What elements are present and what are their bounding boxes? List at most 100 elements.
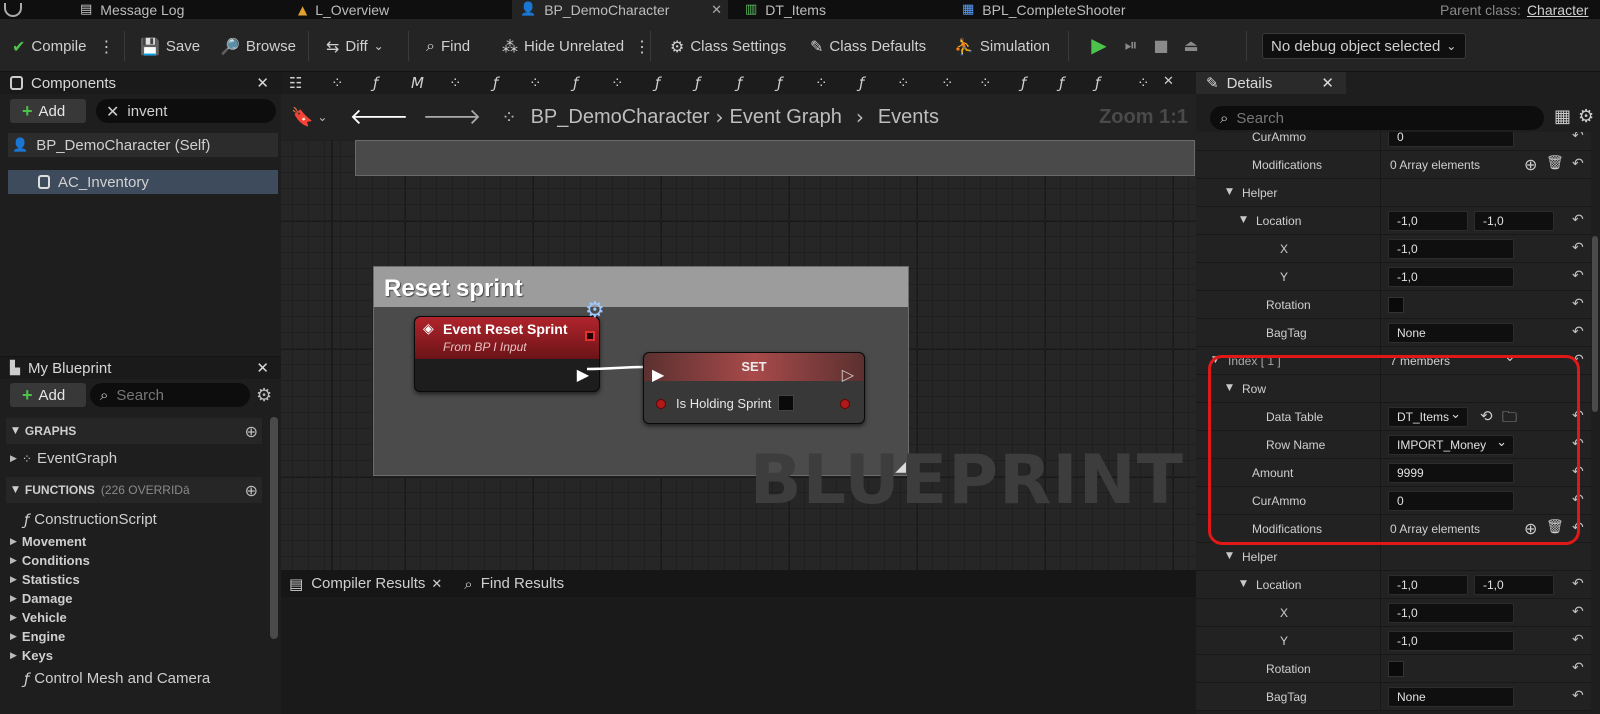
graph-icon[interactable]: ⁘ xyxy=(815,74,828,92)
vector-component-input[interactable]: -1,0 xyxy=(1474,575,1554,595)
find-button[interactable]: ⌕ Find xyxy=(426,35,470,57)
gear-icon[interactable]: ⚙ xyxy=(256,385,272,406)
details-search-input[interactable]: ⌕ Search xyxy=(1210,106,1544,130)
tab-dt-items[interactable]: ▥ DT_Items xyxy=(745,0,826,19)
reset-to-default-icon[interactable]: ↶ xyxy=(1572,132,1584,144)
comment-title[interactable]: Reset sprint xyxy=(374,267,908,307)
compile-button[interactable]: ✔ Compile ⋮ xyxy=(12,35,114,57)
macro-icon[interactable]: M xyxy=(411,74,424,92)
reset-to-default-icon[interactable]: ↶ xyxy=(1572,576,1584,592)
class-defaults-button[interactable]: ✎ Class Defaults xyxy=(810,35,926,57)
add-component-button[interactable]: + Add xyxy=(10,99,86,123)
function-icon[interactable]: ƒ xyxy=(777,74,782,92)
property-row[interactable]: BagTag None ↶ xyxy=(1196,319,1591,347)
graph-icon[interactable]: ⁘ xyxy=(897,74,910,92)
close-icon[interactable]: ✕ xyxy=(256,359,269,377)
function-icon[interactable]: ƒ xyxy=(573,74,578,92)
property-value-input[interactable]: 9999 xyxy=(1388,463,1514,483)
category-conditions[interactable]: ▶ Conditions xyxy=(10,551,90,570)
table-view-icon[interactable]: ▦ xyxy=(1554,106,1571,127)
collapse-arrow-icon[interactable]: ▼ xyxy=(1240,215,1247,225)
tab-bpl-completeshooter[interactable]: ▦ BPL_CompleteShooter xyxy=(962,0,1126,19)
category-movement[interactable]: ▶ Movement xyxy=(10,532,86,551)
debug-object-select[interactable]: No debug object selected ⌄ xyxy=(1262,33,1466,59)
function-control-mesh-camera[interactable]: ƒ Control Mesh and Camera xyxy=(24,669,210,688)
graph-icon[interactable]: ⁘ xyxy=(331,74,344,92)
collapse-arrow-icon[interactable]: ▼ xyxy=(1226,551,1233,561)
tab-l-overview[interactable]: ▲ L_Overview xyxy=(298,0,389,19)
graph-icon[interactable]: ⁘ xyxy=(449,74,462,92)
property-row[interactable]: Row Name IMPORT_Money ⌄ ↶ xyxy=(1196,431,1591,459)
close-icon[interactable]: ✕ xyxy=(256,74,269,92)
chevron-down-icon[interactable]: ⌄ xyxy=(317,110,327,124)
function-icon[interactable]: ƒ xyxy=(737,74,742,92)
close-icon[interactable]: ✕ xyxy=(1163,74,1174,89)
function-icon[interactable]: ƒ xyxy=(1021,74,1026,92)
save-button[interactable]: 💾 Save xyxy=(140,35,200,57)
function-icon[interactable]: ƒ xyxy=(655,74,660,92)
property-row[interactable]: Amount 9999 ↶ xyxy=(1196,459,1591,487)
reset-to-default-icon[interactable]: ↶ xyxy=(1572,436,1584,452)
close-icon[interactable]: ✕ xyxy=(431,576,442,592)
component-search-input[interactable]: ✕ invent xyxy=(96,99,276,123)
category-vehicle[interactable]: ▶ Vehicle xyxy=(10,608,67,627)
breadcrumb-item[interactable]: Events xyxy=(878,106,939,129)
property-row[interactable]: ▼ Location -1,0 -1,0 ↶ xyxy=(1196,207,1591,235)
set-is-holding-sprint-node[interactable]: SET ▶ ▷ Is Holding Sprint xyxy=(643,352,865,424)
use-selected-asset-icon[interactable]: ⟲ xyxy=(1480,407,1493,425)
simulation-button[interactable]: ⛹ Simulation xyxy=(954,35,1050,57)
function-constructionscript[interactable]: ƒ ConstructionScript xyxy=(24,510,157,529)
bool-checkbox[interactable] xyxy=(778,395,794,411)
chevron-down-icon[interactable]: ⌄ xyxy=(1504,349,1516,365)
comment-box-partial[interactable] xyxy=(355,140,1195,176)
delete-icon[interactable]: 🗑 xyxy=(1546,519,1564,535)
property-row[interactable]: ▼ Location -1,0 -1,0 ↶ xyxy=(1196,571,1591,599)
step-button[interactable]: ⏯ xyxy=(1118,31,1144,59)
close-icon[interactable]: ✕ xyxy=(1321,74,1334,92)
breadcrumb-item[interactable]: Event Graph xyxy=(730,106,842,129)
forward-arrow-icon[interactable]: 🡒 xyxy=(422,104,481,130)
property-row[interactable]: ▼ Helper xyxy=(1196,543,1591,571)
clear-icon[interactable]: ✕ xyxy=(106,102,119,121)
add-element-icon[interactable]: ⊕ xyxy=(1524,519,1537,538)
checkbox[interactable] xyxy=(1388,297,1404,313)
reset-to-default-icon[interactable]: ↶ xyxy=(1572,240,1584,256)
property-row[interactable]: Rotation ↶ xyxy=(1196,655,1591,683)
add-circle-icon[interactable]: ⊕ xyxy=(245,481,258,500)
exec-in-pin[interactable]: ▶ xyxy=(652,365,664,384)
tab-bp-democharacter[interactable]: 👤 BP_DemoCharacter ✕ xyxy=(512,0,728,19)
stop-button[interactable]: ■ xyxy=(1148,31,1174,59)
property-row[interactable]: CurAmmo 0 ↶ xyxy=(1196,487,1591,515)
data-table-picker[interactable]: DT_Items ⌄ xyxy=(1388,407,1468,427)
ue-logo[interactable] xyxy=(4,0,22,19)
property-row[interactable]: Modifications 0 Array elements ⊕ 🗑 ↶ xyxy=(1196,151,1591,179)
property-value-input[interactable]: -1,0 xyxy=(1388,267,1514,287)
reset-to-default-icon[interactable]: ↶ xyxy=(1572,660,1584,676)
category-damage[interactable]: ▶ Damage xyxy=(10,589,73,608)
property-row[interactable]: ▼ Index [ 1 ] 7 members ⌄ ↶ xyxy=(1196,347,1591,375)
vector-component-input[interactable]: -1,0 xyxy=(1388,211,1468,231)
exec-out-pin[interactable]: ▷ xyxy=(842,365,854,384)
collapse-arrow-icon[interactable]: ▼ xyxy=(1226,187,1233,197)
property-row[interactable]: Y -1,0 ↶ xyxy=(1196,627,1591,655)
property-row[interactable]: ▼ Row xyxy=(1196,375,1591,403)
graph-icon[interactable]: ⁘ xyxy=(979,74,992,92)
property-row[interactable]: CurAmmo 0 ↶ xyxy=(1196,132,1591,151)
property-row[interactable]: X -1,0 ↶ xyxy=(1196,235,1591,263)
checkbox[interactable] xyxy=(1388,661,1404,677)
event-reset-sprint-node[interactable]: ◈ Event Reset Sprint From BP I Input ▶ xyxy=(414,316,600,392)
bookmark-icon[interactable]: 🔖 xyxy=(291,107,313,128)
property-value-input[interactable]: -1,0 xyxy=(1388,239,1514,259)
function-icon[interactable]: ƒ xyxy=(859,74,864,92)
function-icon[interactable]: ƒ xyxy=(1095,74,1100,92)
function-icon[interactable]: ƒ xyxy=(493,74,498,92)
graph-item-eventgraph[interactable]: ▶ ⁘ EventGraph xyxy=(10,449,117,468)
reset-to-default-icon[interactable]: ↶ xyxy=(1572,520,1584,536)
collapse-arrow-icon[interactable]: ▼ xyxy=(1240,579,1247,589)
more-options-icon[interactable]: ⋮ xyxy=(634,37,650,56)
browse-asset-icon[interactable]: 🗀 xyxy=(1502,407,1517,432)
tab-message-log[interactable]: ▤ Message Log xyxy=(80,0,184,19)
collapse-arrow-icon[interactable]: ▼ xyxy=(1226,383,1233,393)
blueprint-search-input[interactable]: ⌕ Search xyxy=(90,383,250,407)
property-row[interactable]: X -1,0 ↶ xyxy=(1196,599,1591,627)
